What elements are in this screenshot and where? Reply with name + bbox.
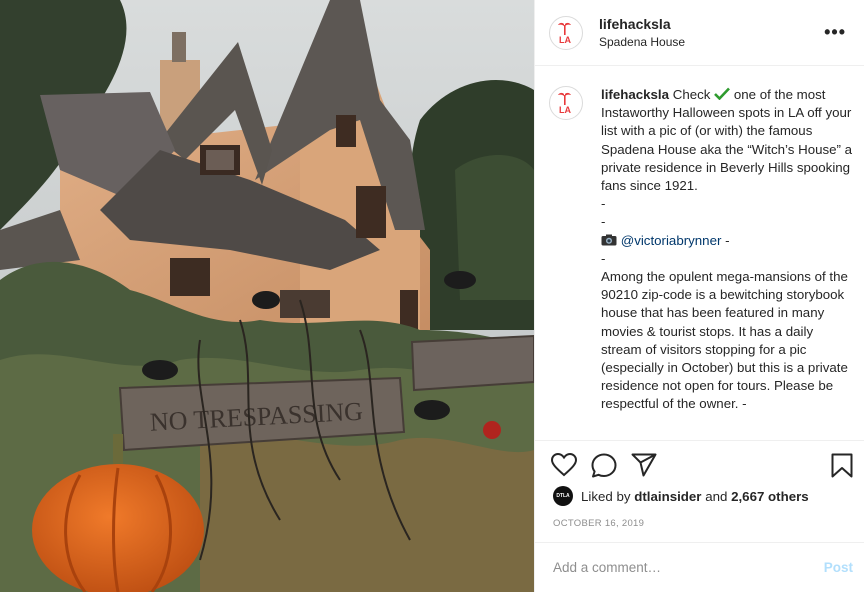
post-comment-button[interactable]: Post bbox=[824, 560, 853, 575]
palm-logo-icon: LA bbox=[558, 92, 571, 115]
header-location[interactable]: Spadena House bbox=[599, 35, 820, 49]
post-sidebar: LA lifehacksla Spadena House ••• LA life… bbox=[534, 0, 864, 592]
likes-count[interactable]: 2,667 others bbox=[731, 489, 809, 504]
caption-dash-3: - bbox=[601, 250, 606, 266]
likes-middle: and bbox=[705, 488, 728, 504]
caption-dash-1: - bbox=[601, 196, 606, 212]
liker-avatar[interactable]: DTLA bbox=[553, 486, 573, 506]
heart-icon[interactable] bbox=[551, 453, 577, 477]
caption-intro: Check bbox=[672, 87, 711, 102]
post-caption: LA lifehacksla Check one of the most Ins… bbox=[549, 86, 855, 436]
post-header: LA lifehacksla Spadena House ••• bbox=[535, 0, 864, 66]
likes-user[interactable]: dtlainsider bbox=[634, 489, 701, 504]
caption-username[interactable]: lifehacksla bbox=[601, 87, 669, 102]
witch-house-illustration: NO TRESPASSING bbox=[0, 0, 534, 592]
post-date[interactable]: OCTOBER 16, 2019 bbox=[553, 518, 644, 529]
comment-box: Post bbox=[535, 542, 864, 592]
post-photo[interactable]: NO TRESPASSING bbox=[0, 0, 534, 592]
bookmark-icon[interactable] bbox=[831, 453, 853, 478]
camera-icon bbox=[601, 234, 617, 246]
palm-logo-icon: LA bbox=[558, 22, 571, 45]
header-names: lifehacksla Spadena House bbox=[599, 16, 820, 49]
caption-text: lifehacksla Check one of the most Instaw… bbox=[601, 86, 855, 436]
account-avatar[interactable]: LA bbox=[549, 15, 583, 50]
comment-icon[interactable] bbox=[591, 453, 617, 478]
check-mark-icon bbox=[714, 87, 731, 101]
action-bar bbox=[535, 440, 864, 490]
caption-dash-2: - bbox=[601, 214, 606, 230]
comment-input[interactable] bbox=[551, 559, 824, 576]
caption-avatar[interactable]: LA bbox=[549, 86, 583, 120]
avatar-text: LA bbox=[559, 35, 571, 45]
mention-link[interactable]: @victoriabrynner bbox=[621, 233, 722, 248]
likes-prefix: Liked by bbox=[581, 488, 631, 504]
share-icon[interactable] bbox=[631, 453, 657, 477]
instagram-post: NO TRESPASSING LA lifehacksla Spadena Ho… bbox=[0, 0, 864, 592]
likes-summary: DTLA Liked by dtlainsider and 2,667 othe… bbox=[553, 486, 809, 506]
caption-avatar-text: LA bbox=[559, 105, 571, 115]
caption-paragraph-2: Among the opulent mega-mansions of the 9… bbox=[601, 269, 848, 412]
mention-suffix: - bbox=[721, 232, 730, 248]
caption-line1: one of the most Instaworthy Halloween sp… bbox=[601, 87, 853, 194]
header-username[interactable]: lifehacksla bbox=[599, 16, 820, 32]
more-options-icon[interactable]: ••• bbox=[820, 18, 850, 47]
